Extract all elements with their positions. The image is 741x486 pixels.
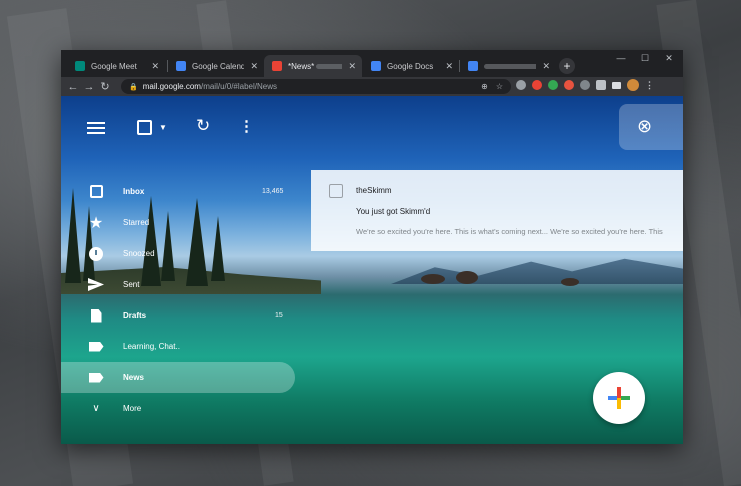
reload-icon[interactable]: ↻ [97, 80, 113, 93]
tab-docs-untitled[interactable]: ✕ [460, 55, 556, 77]
queue-icon[interactable] [612, 81, 621, 89]
refresh-icon[interactable]: ↻ [196, 116, 210, 136]
tag-extension-icon[interactable] [564, 80, 574, 90]
sidebar-item-snoozed[interactable]: Snoozed [61, 238, 301, 269]
clock-icon [88, 246, 104, 262]
gmail-header: ▼ ↻ ⋮ ⊗ [61, 96, 683, 152]
browser-menu-icon[interactable]: ⋮ [645, 80, 654, 91]
forward-arrow-icon[interactable]: → [81, 81, 97, 93]
sidebar-item-learning-chat[interactable]: Learning, Chat.. [61, 331, 301, 362]
caret-down-icon[interactable]: ▼ [159, 123, 167, 132]
inbox-icon [88, 184, 104, 200]
tab-title: *News* [288, 61, 315, 71]
zoom-icon[interactable]: ⊕ [481, 79, 488, 94]
label-icon [88, 370, 104, 386]
grey-extension-icon[interactable] [580, 80, 590, 90]
inbox-count: 13,465 [262, 188, 284, 195]
sidebar-item-sent[interactable]: Sent [61, 269, 301, 300]
send-icon [88, 277, 104, 293]
address-bar[interactable]: 🔒 mail.google.com /mail/u/0/#label/News … [121, 79, 511, 94]
sidebar-item-starred[interactable]: ★ Starred [61, 207, 301, 238]
close-icon[interactable]: ✕ [348, 61, 356, 72]
draft-icon [88, 308, 104, 324]
close-icon[interactable]: ✕ [542, 61, 550, 72]
puzzle-extension-icon[interactable] [596, 80, 606, 90]
close-icon[interactable]: ✕ [250, 61, 258, 72]
sidebar-item-news[interactable]: News [61, 362, 295, 393]
docs-icon [371, 61, 381, 71]
compose-button[interactable] [593, 372, 645, 424]
tab-google-docs[interactable]: Google Docs ✕ [363, 55, 459, 77]
close-icon[interactable]: ✕ [151, 61, 159, 72]
email-subject: You just got Skimm'd [356, 207, 431, 216]
drafts-count: 15 [275, 312, 283, 319]
search-icon: ⊗ [637, 116, 653, 136]
green-extension-icon[interactable] [548, 80, 558, 90]
browser-toolbar: ← → ↻ 🔒 mail.google.com /mail/u/0/#label… [61, 77, 683, 96]
tab-google-meet[interactable]: Google Meet ✕ [67, 55, 165, 77]
sidebar-item-inbox[interactable]: Inbox 13,465 [61, 176, 301, 207]
list-item[interactable]: theSkimm You just got Skimm'd We're so e… [311, 170, 683, 251]
new-tab-button[interactable]: + [559, 58, 575, 74]
window-close-button[interactable]: ✕ [657, 50, 681, 66]
sidebar-item-more[interactable]: ∨ More [61, 393, 301, 424]
back-arrow-icon[interactable]: ← [65, 81, 81, 93]
meet-icon [75, 61, 85, 71]
maximize-button[interactable]: ☐ [633, 50, 657, 66]
select-all-checkbox[interactable] [137, 120, 152, 135]
tab-google-calendar[interactable]: Google Calendar - V ✕ [168, 55, 264, 77]
tab-gmail-news[interactable]: *News* ✕ [264, 55, 362, 77]
url-host: mail.google.com [142, 82, 201, 91]
sidebar-item-drafts[interactable]: Drafts 15 [61, 300, 301, 331]
minimize-button[interactable]: — [609, 50, 633, 66]
tab-title: Google Meet [91, 61, 137, 71]
browser-window: Google Meet ✕ Google Calendar - V ✕ *New… [61, 50, 683, 444]
tab-strip: Google Meet ✕ Google Calendar - V ✕ *New… [61, 50, 683, 77]
gmail-sidebar: Inbox 13,465 ★ Starred Snoozed Sent Draf… [61, 176, 301, 424]
email-snippet: We're so excited you're here. This is wh… [356, 227, 663, 236]
label-icon [88, 339, 104, 355]
close-icon[interactable]: ✕ [445, 61, 453, 72]
chevron-down-icon: ∨ [92, 403, 100, 414]
calendar-icon [176, 61, 186, 71]
docs-icon [468, 61, 478, 71]
bookmark-star-icon[interactable]: ☆ [496, 79, 503, 94]
url-path: /mail/u/0/#label/News [200, 82, 278, 91]
shield-extension-icon[interactable] [516, 80, 526, 90]
more-vert-icon[interactable]: ⋮ [239, 117, 254, 135]
email-sender: theSkimm [356, 186, 392, 195]
star-icon: ★ [88, 214, 104, 232]
tab-title: Google Calendar - V [192, 61, 245, 71]
lock-icon: 🔒 [129, 83, 138, 91]
tab-title: Google Docs [387, 61, 434, 71]
gmail-icon [272, 61, 282, 71]
avatar[interactable] [627, 79, 639, 91]
search-button[interactable]: ⊗ [619, 104, 683, 150]
email-checkbox[interactable] [329, 184, 343, 198]
red-extension-icon[interactable] [532, 80, 542, 90]
main-menu-icon[interactable] [87, 122, 105, 134]
gmail-content: ▼ ↻ ⋮ ⊗ Inbox 13,465 ★ Starred Snoozed S… [61, 96, 683, 444]
